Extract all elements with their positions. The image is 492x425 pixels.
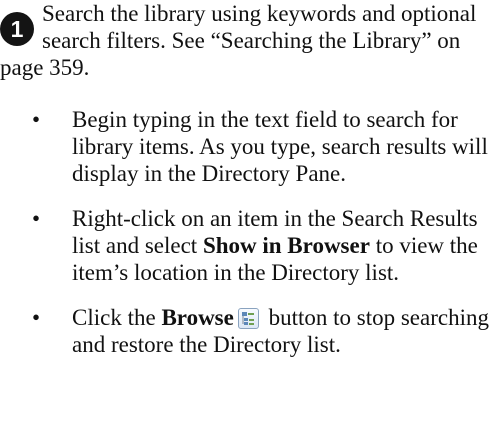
browse-icon [237, 307, 259, 329]
bullet-marker: • [32, 206, 41, 231]
bullet-item-show-in-browser: • Right-click on an item in the Search R… [0, 205, 492, 286]
step-1: 1 Search the library using keywords and … [0, 0, 492, 81]
show-in-browser-label: Show in Browser [202, 233, 370, 258]
bullet-item-browse: • Click the Browse button to stop search… [0, 304, 492, 358]
document-page: 1 Search the library using keywords and … [0, 0, 492, 425]
browse-label: Browse [161, 305, 234, 330]
bullet-list: • Begin typing in the text field to sear… [0, 106, 492, 358]
bullet-marker: • [32, 305, 41, 330]
bullet-marker: • [32, 107, 41, 132]
bullet-text: Begin typing in the text field to search… [72, 107, 488, 186]
bullet-text-before: Click the [72, 305, 162, 330]
bullet-item-typing: • Begin typing in the text field to sear… [0, 106, 492, 187]
step-text: Search the library using keywords and op… [0, 1, 477, 80]
step-number-badge: 1 [0, 12, 34, 46]
